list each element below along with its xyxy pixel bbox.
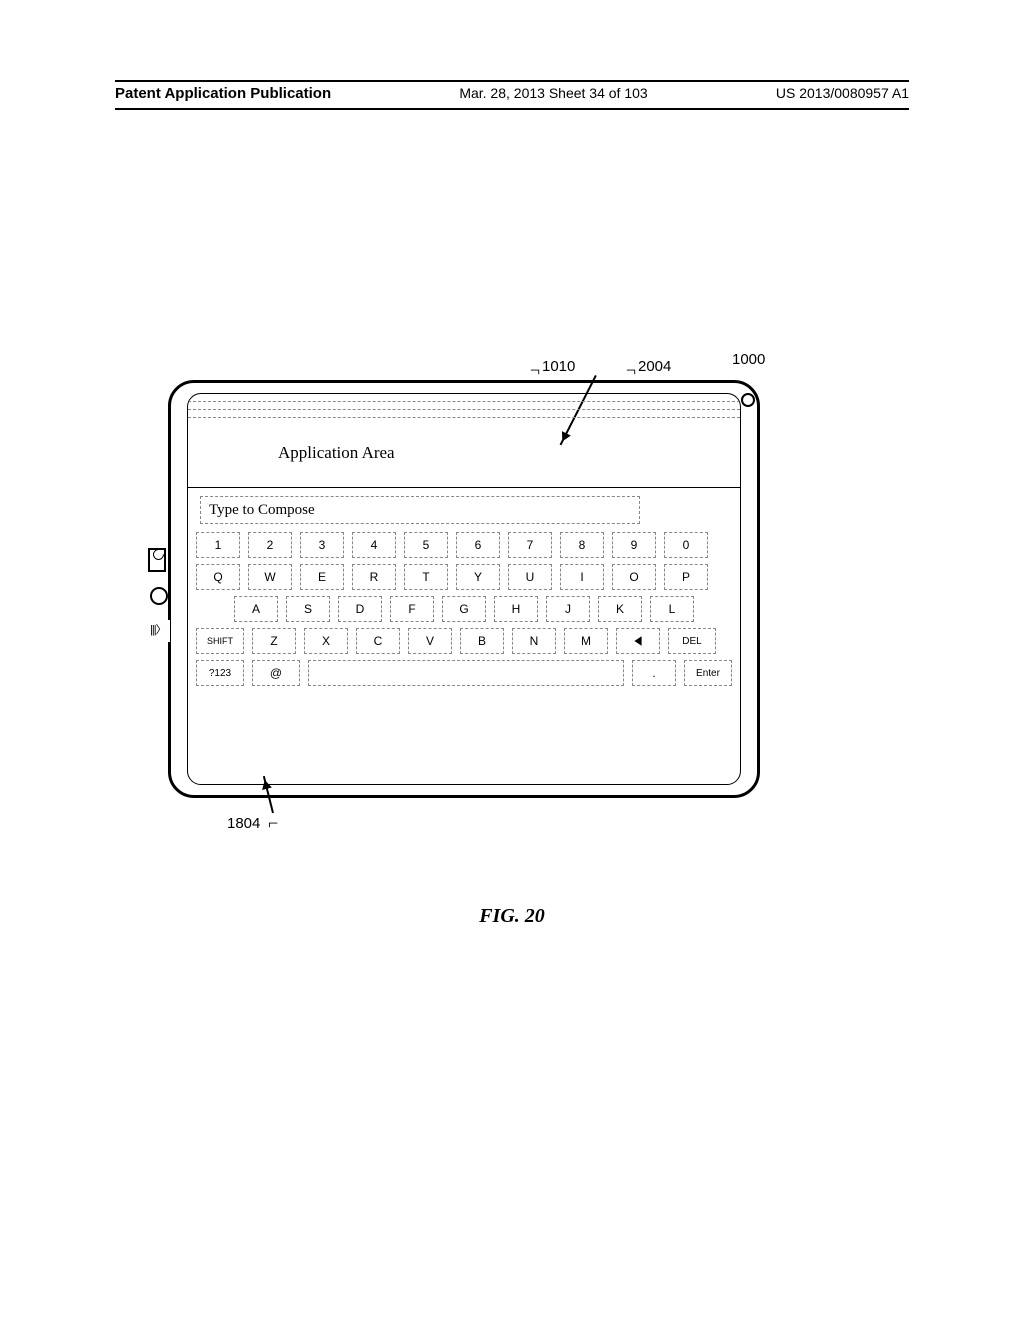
key-f[interactable]: F	[390, 596, 434, 622]
key-g[interactable]: G	[442, 596, 486, 622]
key-l[interactable]: L	[650, 596, 694, 622]
key-at[interactable]: @	[252, 660, 300, 686]
key-o[interactable]: O	[612, 564, 656, 590]
key-9[interactable]: 9	[612, 532, 656, 558]
header-rule	[115, 80, 909, 82]
key-4[interactable]: 4	[352, 532, 396, 558]
header-rule	[115, 108, 909, 110]
key-shift[interactable]: SHIFT	[196, 628, 244, 654]
status-bar-line	[188, 410, 740, 418]
key-3[interactable]: 3	[300, 532, 344, 558]
callout-1804: 1804	[227, 815, 260, 832]
callout-2004: 2004	[638, 358, 671, 375]
device-screen: Application Area Type to Compose 1 2 3 4…	[187, 393, 741, 785]
compose-placeholder: Type to Compose	[209, 502, 315, 519]
page-header: Patent Application Publication Mar. 28, …	[0, 85, 1024, 102]
key-symbols[interactable]: ?123	[196, 660, 244, 686]
leader-hook-icon: ⌐	[530, 360, 540, 381]
keyboard-row-numbers: 1 2 3 4 5 6 7 8 9 0	[196, 532, 732, 558]
key-8[interactable]: 8	[560, 532, 604, 558]
physical-button-speaker-icon	[150, 620, 170, 642]
leader-hook-icon: ⌐	[626, 360, 636, 381]
compose-input[interactable]: Type to Compose	[200, 496, 640, 524]
keyboard-row-zxcv: SHIFT Z X C V B N M DEL	[196, 628, 732, 654]
key-t[interactable]: T	[404, 564, 448, 590]
key-q[interactable]: Q	[196, 564, 240, 590]
key-del[interactable]: DEL	[668, 628, 716, 654]
key-space[interactable]	[308, 660, 624, 686]
key-enter[interactable]: Enter	[684, 660, 732, 686]
figure-caption: FIG. 20	[0, 905, 1024, 928]
header-left: Patent Application Publication	[115, 85, 331, 102]
key-n[interactable]: N	[512, 628, 556, 654]
key-k[interactable]: K	[598, 596, 642, 622]
key-j[interactable]: J	[546, 596, 590, 622]
key-u[interactable]: U	[508, 564, 552, 590]
key-0[interactable]: 0	[664, 532, 708, 558]
key-e[interactable]: E	[300, 564, 344, 590]
key-c[interactable]: C	[356, 628, 400, 654]
header-right: US 2013/0080957 A1	[776, 85, 909, 101]
key-z[interactable]: Z	[252, 628, 296, 654]
physical-button-home[interactable]	[150, 587, 168, 605]
key-w[interactable]: W	[248, 564, 292, 590]
key-r[interactable]: R	[352, 564, 396, 590]
key-b[interactable]: B	[460, 628, 504, 654]
callout-1010: 1010	[542, 358, 575, 375]
status-bar-line	[188, 402, 740, 410]
key-h[interactable]: H	[494, 596, 538, 622]
status-bar-line	[188, 394, 740, 402]
application-area-label: Application Area	[278, 443, 395, 463]
key-7[interactable]: 7	[508, 532, 552, 558]
keyboard-row-qwerty: Q W E R T Y U I O P	[196, 564, 732, 590]
tablet-device-outline: Application Area Type to Compose 1 2 3 4…	[168, 380, 760, 798]
keyboard-row-bottom: ?123 @ . Enter	[196, 660, 732, 686]
key-6[interactable]: 6	[456, 532, 500, 558]
key-s[interactable]: S	[286, 596, 330, 622]
camera-icon	[741, 393, 755, 407]
backspace-icon	[632, 635, 644, 647]
callout-1000: 1000	[732, 351, 765, 368]
key-m[interactable]: M	[564, 628, 608, 654]
key-i[interactable]: I	[560, 564, 604, 590]
header-center: Mar. 28, 2013 Sheet 34 of 103	[459, 85, 647, 101]
application-area: Application Area	[188, 418, 740, 488]
virtual-keyboard: 1 2 3 4 5 6 7 8 9 0 Q W E R T Y U I O	[188, 528, 740, 700]
key-1[interactable]: 1	[196, 532, 240, 558]
key-d[interactable]: D	[338, 596, 382, 622]
key-5[interactable]: 5	[404, 532, 448, 558]
key-period[interactable]: .	[632, 660, 676, 686]
key-v[interactable]: V	[408, 628, 452, 654]
keyboard-row-asdf: A S D F G H J K L	[196, 596, 732, 622]
key-p[interactable]: P	[664, 564, 708, 590]
key-a[interactable]: A	[234, 596, 278, 622]
physical-button-power[interactable]	[148, 548, 166, 572]
key-backspace[interactable]	[616, 628, 660, 654]
key-x[interactable]: X	[304, 628, 348, 654]
compose-row: Type to Compose	[188, 488, 740, 528]
key-y[interactable]: Y	[456, 564, 500, 590]
leader-hook-icon: ⌐	[268, 813, 278, 834]
key-2[interactable]: 2	[248, 532, 292, 558]
